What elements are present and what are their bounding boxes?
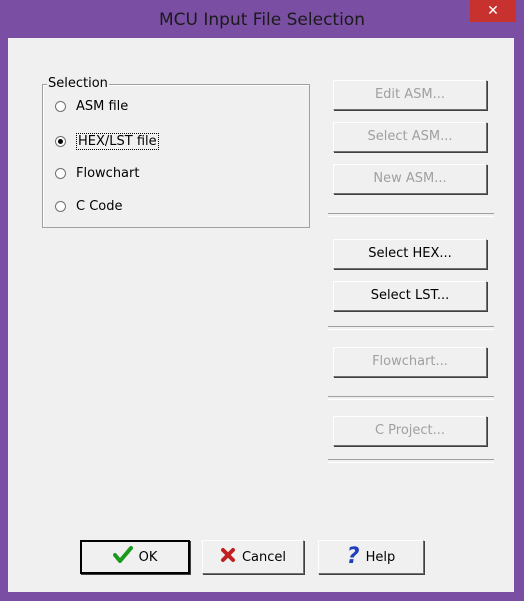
help-button[interactable]: ? Help	[318, 540, 424, 574]
dialog-client-area: Selection ASM file HEX/LST file Flowchar…	[8, 38, 514, 592]
separator	[328, 326, 494, 330]
radio-circle-checked	[55, 136, 66, 147]
window-title: MCU Input File Selection	[158, 10, 365, 30]
radio-circle	[55, 101, 66, 112]
select-lst-button[interactable]: Select LST...	[333, 281, 487, 311]
check-icon	[112, 546, 133, 568]
radio-flowchart[interactable]: Flowchart	[55, 166, 139, 181]
radio-label: HEX/LST file	[76, 133, 159, 150]
dialog-window: MCU Input File Selection ✕ Selection ASM…	[0, 0, 524, 601]
separator	[328, 396, 494, 400]
close-icon: ✕	[487, 3, 499, 19]
separator	[328, 213, 494, 217]
radio-asm-file[interactable]: ASM file	[55, 99, 128, 114]
question-icon: ?	[346, 544, 360, 569]
separator	[328, 459, 494, 463]
cancel-button[interactable]: Cancel	[202, 540, 304, 574]
flowchart-button[interactable]: Flowchart...	[333, 347, 487, 377]
select-hex-button[interactable]: Select HEX...	[333, 239, 487, 269]
selection-group-label: Selection	[47, 76, 109, 91]
title-bar: MCU Input File Selection ✕	[0, 0, 524, 38]
close-button[interactable]: ✕	[470, 0, 516, 22]
radio-label: C Code	[76, 199, 123, 214]
x-icon	[220, 547, 236, 567]
edit-asm-button[interactable]: Edit ASM...	[333, 80, 487, 110]
cancel-label: Cancel	[241, 549, 287, 565]
radio-label: Flowchart	[76, 166, 140, 181]
selection-groupbox: Selection ASM file HEX/LST file Flowchar…	[42, 76, 310, 228]
radio-label: ASM file	[76, 99, 129, 114]
radio-circle	[55, 201, 66, 212]
radio-c-code[interactable]: C Code	[55, 199, 123, 214]
c-project-button[interactable]: C Project...	[333, 416, 487, 446]
select-asm-button[interactable]: Select ASM...	[333, 122, 487, 152]
new-asm-button[interactable]: New ASM...	[333, 164, 487, 194]
ok-label: OK	[138, 549, 158, 565]
ok-button[interactable]: OK	[80, 540, 190, 574]
help-label: Help	[365, 549, 396, 565]
radio-circle	[55, 168, 66, 179]
radio-hex-lst-file[interactable]: HEX/LST file	[55, 133, 159, 150]
